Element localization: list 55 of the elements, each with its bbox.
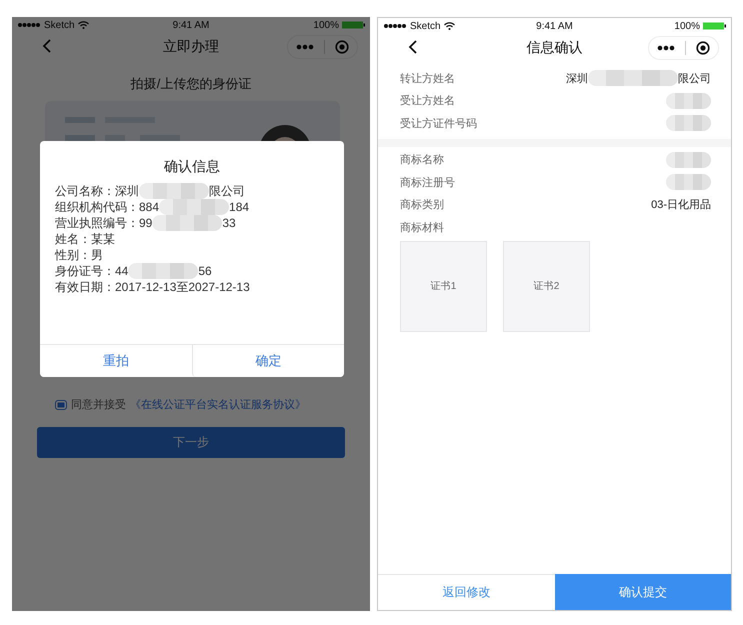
field-label: 有效日期：	[55, 279, 115, 295]
next-button[interactable]: 下一步	[37, 427, 345, 458]
record-icon[interactable]	[696, 41, 710, 55]
field-label: 商标名称	[400, 152, 444, 168]
field-value: 限公司	[678, 72, 711, 86]
field-label: 身份证号：	[55, 263, 115, 279]
dialog-button[interactable]: 确定	[192, 345, 344, 377]
field-label: 营业执照编号：	[55, 215, 139, 231]
field-value: 2017-12-13至2027-12-13	[115, 279, 250, 295]
battery-percent: 100%	[313, 20, 339, 30]
field-value: 男	[91, 247, 103, 263]
checkbox[interactable]	[55, 400, 67, 410]
field-label: 组织机构代码：	[55, 199, 139, 215]
wifi-icon	[78, 21, 89, 29]
status-time: 9:41 AM	[172, 20, 210, 30]
field-label: 性别：	[55, 247, 91, 263]
field-label: 姓名：	[55, 231, 91, 247]
dialog-title: 确认信息	[163, 157, 221, 175]
field-value: 56	[198, 263, 212, 279]
battery-percent: 100%	[674, 20, 700, 32]
field-label: 转让方姓名	[400, 72, 455, 86]
field-label: 商标注册号	[400, 176, 455, 190]
document-thumbnail[interactable]: 证书1	[400, 240, 487, 332]
field-value: 某某	[91, 231, 115, 247]
field-label: 受让方姓名	[400, 94, 455, 108]
field-value: 884	[139, 199, 160, 215]
more-icon[interactable]	[657, 45, 675, 51]
field-label: 受让方证件号码	[400, 116, 477, 131]
submit-button[interactable]: 确认提交	[554, 574, 731, 610]
carrier-name: Sketch	[44, 20, 75, 30]
agreement-text: 同意并接受	[71, 398, 126, 412]
page-title: 立即办理	[163, 38, 219, 56]
battery-icon	[342, 21, 366, 29]
signal-icon	[383, 23, 407, 29]
field-value: 44	[115, 263, 128, 279]
section-heading: 拍摄/上传您的身份证	[130, 75, 252, 93]
document-thumbnail[interactable]: 证书2	[503, 240, 590, 332]
wifi-icon	[444, 22, 455, 30]
battery-icon	[703, 22, 727, 30]
back-icon[interactable]	[408, 40, 418, 54]
field-label: 商标类别	[400, 198, 444, 212]
field-label: 商标材料	[399, 220, 445, 236]
signal-icon	[17, 22, 41, 28]
field-value: 限公司	[209, 183, 245, 199]
page-title: 信息确认	[526, 38, 582, 56]
field-value: 深圳	[115, 183, 139, 199]
field-value: 03-日化用品	[651, 198, 711, 212]
carrier-name: Sketch	[410, 20, 441, 32]
status-time: 9:41 AM	[536, 20, 573, 32]
field-value: 184	[229, 199, 250, 215]
field-label: 公司名称：	[55, 183, 115, 199]
agreement-link[interactable]: 《在线公证平台实名认证服务协议》	[130, 397, 306, 412]
field-value: 深圳	[566, 72, 588, 86]
field-value: 33	[222, 215, 236, 231]
field-value: 99	[139, 215, 152, 231]
